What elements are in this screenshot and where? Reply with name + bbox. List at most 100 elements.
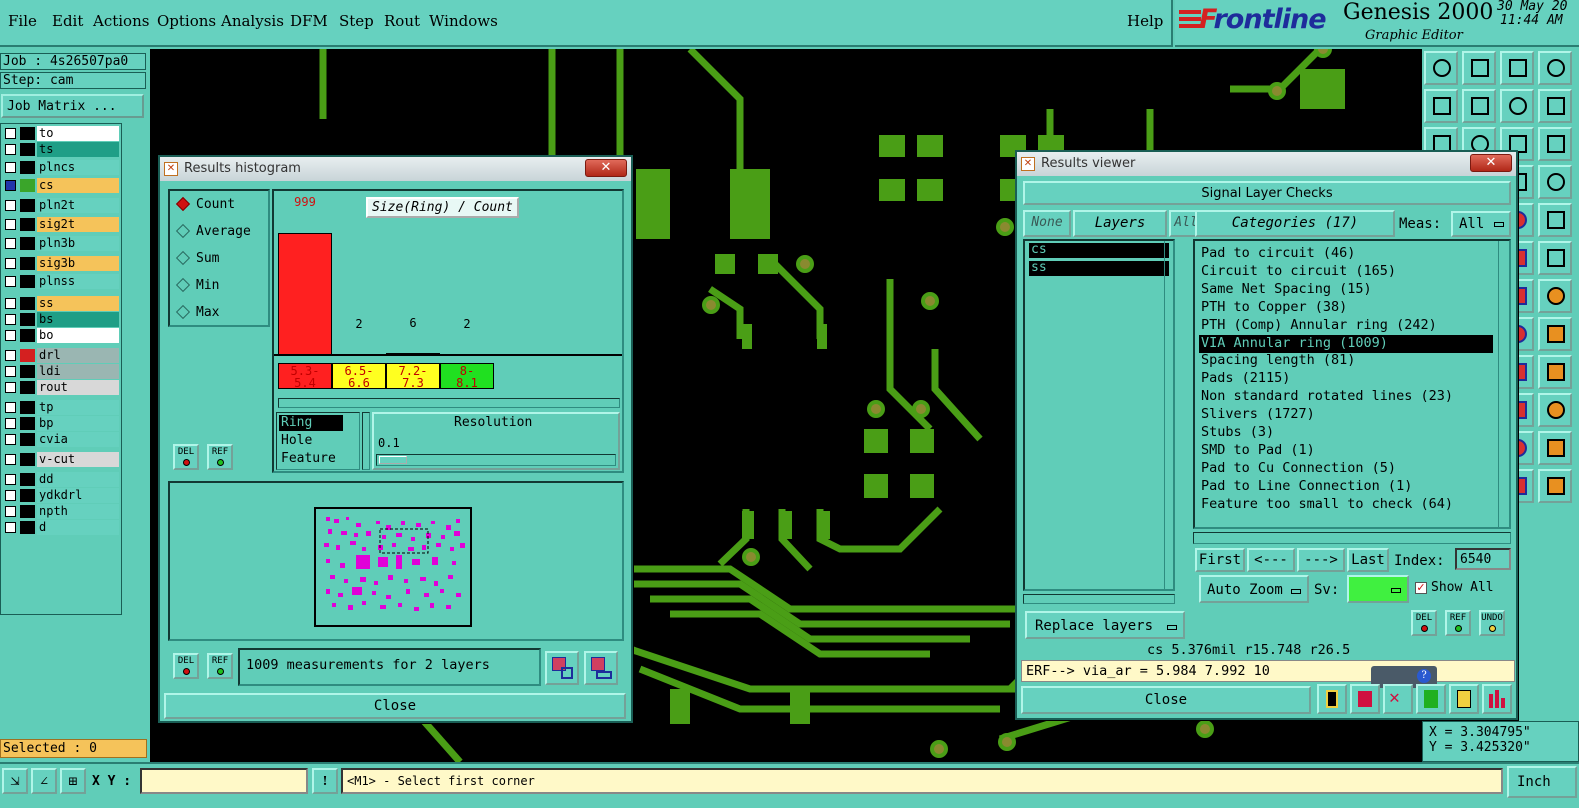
tool-icon[interactable]: [1538, 317, 1572, 351]
tool-icon[interactable]: [1538, 431, 1572, 465]
layer-name[interactable]: sig3b: [37, 256, 119, 271]
last-button[interactable]: Last: [1347, 548, 1389, 572]
histogram-close-button[interactable]: Close: [164, 693, 626, 719]
layer-color-swatch[interactable]: [20, 218, 35, 231]
layer-row-ldi[interactable]: ldi: [3, 364, 119, 379]
layer-checkbox[interactable]: [5, 402, 16, 413]
layers-button[interactable]: Layers: [1073, 210, 1167, 237]
layer-row-cvia[interactable]: cvia: [3, 432, 119, 447]
category-item[interactable]: Slivers (1727): [1199, 406, 1493, 424]
layer-row-d[interactable]: d: [3, 520, 119, 535]
preview-del-button[interactable]: DEL: [173, 653, 199, 679]
layer-name[interactable]: plnss: [37, 274, 119, 289]
layer-row-ydkdrl[interactable]: ydkdrl: [3, 488, 119, 503]
layer-checkbox[interactable]: [5, 474, 16, 485]
layer-checkbox[interactable]: [5, 180, 16, 191]
layer-checkbox[interactable]: [5, 314, 16, 325]
menu-options[interactable]: Options: [157, 12, 216, 30]
layer-checkbox[interactable]: [5, 298, 16, 309]
index-input[interactable]: 6540: [1455, 548, 1511, 570]
layer-name[interactable]: tp: [37, 400, 119, 415]
layer-name[interactable]: v-cut: [37, 452, 119, 467]
report-icon[interactable]: [1317, 684, 1347, 714]
tool-icon[interactable]: [1424, 51, 1458, 85]
layer-row-pln2t[interactable]: pln2t: [3, 198, 119, 213]
layer-color-swatch[interactable]: [20, 349, 35, 362]
mode-radio-count[interactable]: Count: [175, 196, 235, 212]
layer-name[interactable]: bo: [37, 328, 119, 343]
layer-name[interactable]: plncs: [37, 160, 119, 175]
histogram-bin-label[interactable]: 7.2- 7.3: [386, 363, 440, 389]
tool-icon[interactable]: [1538, 279, 1572, 313]
tool-icon[interactable]: [1500, 89, 1534, 123]
layer-checkbox[interactable]: [5, 434, 16, 445]
measure-scrollbar[interactable]: [362, 412, 370, 470]
layer-checkbox[interactable]: [5, 490, 16, 501]
tool-icon[interactable]: [1538, 127, 1572, 161]
zoom-to-fit-icon[interactable]: [545, 651, 579, 685]
show-all-checkbox[interactable]: ✓: [1415, 582, 1427, 594]
angle-icon[interactable]: ∠: [31, 768, 57, 794]
board-outline[interactable]: [314, 507, 472, 627]
layer-list-scrollbar[interactable]: [1164, 241, 1173, 589]
layer-item-cs[interactable]: cs: [1029, 243, 1169, 258]
layer-name[interactable]: pln3b: [37, 236, 119, 251]
units-selector[interactable]: Inch: [1507, 766, 1577, 798]
layer-row-to[interactable]: to: [3, 126, 119, 141]
layer-row-bo[interactable]: bo: [3, 328, 119, 343]
layer-color-swatch[interactable]: [20, 401, 35, 414]
zoom-out-icon[interactable]: [584, 651, 618, 685]
layer-checkbox[interactable]: [5, 454, 16, 465]
layer-name[interactable]: ts: [37, 142, 119, 157]
layer-color-swatch[interactable]: [20, 297, 35, 310]
layer-row-sig2t[interactable]: sig2t: [3, 217, 119, 232]
category-item[interactable]: Pads (2115): [1199, 370, 1493, 388]
layer-row-rout[interactable]: rout: [3, 380, 119, 395]
categories-button[interactable]: Categories (17): [1195, 210, 1395, 237]
layer-item-ss[interactable]: ss: [1029, 261, 1169, 276]
layer-name[interactable]: bp: [37, 416, 119, 431]
tool-icon[interactable]: [1538, 241, 1572, 275]
histogram-bin-label[interactable]: 6.5- 6.6: [332, 363, 386, 389]
viewer-ref-button[interactable]: REF: [1445, 610, 1471, 636]
replace-layers-dropdown[interactable]: Replace layers: [1025, 611, 1185, 639]
tool-icon[interactable]: [1538, 51, 1572, 85]
layer-row-bs[interactable]: bs: [3, 312, 119, 327]
layer-color-swatch[interactable]: [20, 505, 35, 518]
layer-name[interactable]: cvia: [37, 432, 119, 447]
layer-row-tp[interactable]: tp: [3, 400, 119, 415]
menu-help[interactable]: Help: [1127, 12, 1163, 30]
auto-zoom-dropdown[interactable]: Auto Zoom: [1199, 575, 1309, 603]
help-icon[interactable]: ?: [1417, 669, 1431, 683]
next-button[interactable]: --->: [1297, 548, 1345, 572]
close-icon[interactable]: ✕: [1470, 154, 1512, 172]
notes-icon[interactable]: [1449, 684, 1479, 714]
menu-analysis[interactable]: Analysis: [221, 12, 284, 30]
category-item[interactable]: Pad to circuit (46): [1199, 245, 1493, 263]
category-item[interactable]: Pad to Line Connection (1): [1199, 478, 1493, 496]
tool-icon[interactable]: [1538, 203, 1572, 237]
layer-row-drl[interactable]: drl: [3, 348, 119, 363]
layer-color-swatch[interactable]: [20, 313, 35, 326]
viewer-close-button[interactable]: Close: [1021, 686, 1311, 714]
hist-del-button[interactable]: DEL: [173, 444, 199, 470]
layer-color-swatch[interactable]: [20, 329, 35, 342]
layer-checkbox[interactable]: [5, 366, 16, 377]
layer-row-ss[interactable]: ss: [3, 296, 119, 311]
menu-windows[interactable]: Windows: [429, 12, 498, 30]
layer-color-swatch[interactable]: [20, 127, 35, 140]
tool-icon[interactable]: [1462, 51, 1496, 85]
layer-name[interactable]: dd: [37, 472, 119, 487]
menu-rout[interactable]: Rout: [384, 12, 420, 30]
layer-row-plnss[interactable]: plnss: [3, 274, 119, 289]
category-item[interactable]: PTH to Copper (38): [1199, 299, 1493, 317]
tool-icon[interactable]: [1538, 355, 1572, 389]
mode-radio-max[interactable]: Max: [175, 304, 219, 320]
histogram-bar[interactable]: [278, 233, 332, 355]
category-item[interactable]: Pad to Cu Connection (5): [1199, 460, 1493, 478]
category-item[interactable]: SMD to Pad (1): [1199, 442, 1493, 460]
layer-color-swatch[interactable]: [20, 275, 35, 288]
clear-icon[interactable]: ✕: [1383, 684, 1413, 714]
layer-checkbox[interactable]: [5, 128, 16, 139]
layer-color-swatch[interactable]: [20, 473, 35, 486]
